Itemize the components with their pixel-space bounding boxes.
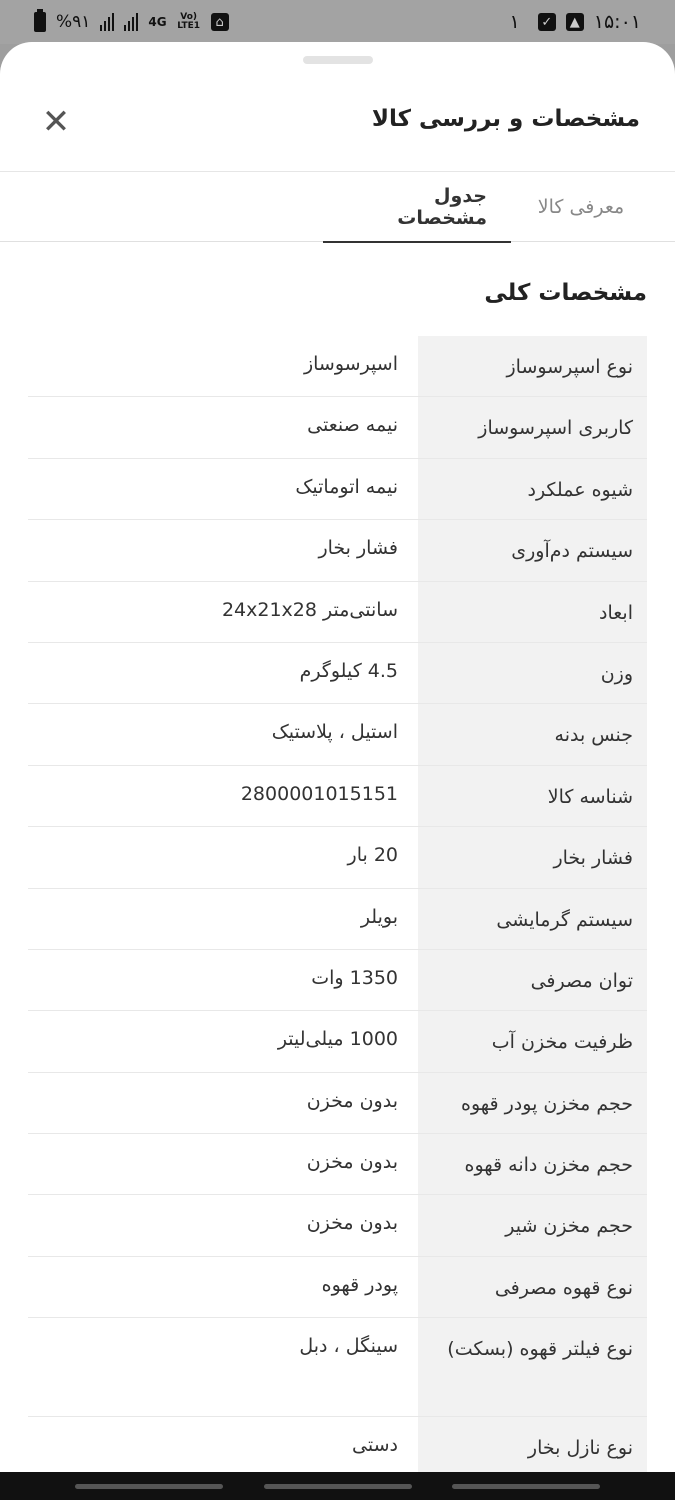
image-notification-icon: ▲: [565, 13, 584, 31]
nav-back-gesture[interactable]: [75, 1483, 223, 1489]
spec-key: نوع نازل بخار: [418, 1417, 647, 1472]
spec-value: سانتی‌متر 24x21x28: [221, 598, 398, 621]
nav-home-gesture[interactable]: [263, 1483, 412, 1489]
table-row: نوع نازل بخار دستی: [28, 1417, 647, 1472]
sheet-title: مشخصات و بررسی کالا: [371, 106, 640, 132]
network-type: 4G: [148, 15, 167, 29]
spec-value: بویلر: [360, 905, 398, 928]
spec-key: سیستم گرمایشی: [418, 888, 647, 949]
spec-value: 1000 میلی‌لیتر: [277, 1028, 398, 1051]
status-left: %۹۱ 4G Vo) LTE1 ⌂: [34, 9, 229, 32]
table-row: شیوه عملکرد نیمه اتوماتیک: [28, 458, 647, 521]
section-title: مشخصات کلی: [484, 280, 647, 306]
volte-indicator: Vo) LTE1: [177, 12, 201, 31]
spec-key: نوع فیلتر قهوه (بسکت): [418, 1318, 647, 1417]
signal-icon: [100, 13, 115, 31]
table-row: حجم مخزن دانه قهوه بدون مخزن: [28, 1134, 647, 1196]
table-row: ابعاد سانتی‌متر 24x21x28: [28, 581, 647, 643]
table-row: ظرفیت مخزن آب 1000 میلی‌لیتر: [28, 1011, 647, 1073]
spec-value: دستی: [352, 1434, 398, 1457]
table-row: سیستم گرمایشی بویلر: [28, 888, 647, 950]
spec-key: ابعاد: [418, 581, 647, 642]
table-row: نوع اسپرسوساز اسپرسوساز: [28, 336, 647, 398]
tab-introduction[interactable]: معرفی کالا: [511, 172, 651, 242]
tab-specifications[interactable]: جدول مشخصات: [323, 172, 511, 243]
spec-value: نیمه صنعتی: [307, 414, 398, 437]
tab-bar: معرفی کالا جدول مشخصات: [0, 172, 675, 243]
spec-key: نوع اسپرسوساز: [418, 336, 647, 397]
spec-key: سیستم دم‌آوری: [418, 520, 647, 581]
spec-key: توان مصرفی: [418, 949, 647, 1011]
spec-key: شناسه کالا: [418, 765, 647, 827]
table-row: حجم مخزن شیر بدون مخزن: [28, 1195, 647, 1257]
table-row: نوع قهوه مصرفی پودر قهوه: [28, 1256, 647, 1319]
signal-2-icon: [124, 13, 139, 31]
spec-value: 4.5 کیلوگرم: [299, 659, 398, 682]
spec-value: نیمه اتوماتیک: [295, 475, 398, 498]
table-row: شناسه کالا 2800001015151: [28, 765, 647, 828]
spec-key: ظرفیت مخزن آب: [418, 1011, 647, 1072]
bottom-sheet: مشخصات و بررسی کالا ✕ معرفی کالا جدول مش…: [0, 42, 675, 1472]
spec-key: حجم مخزن شیر: [418, 1195, 647, 1256]
spec-value: فشار بخار: [318, 537, 398, 560]
clock: ۱۵:۰۱: [593, 11, 641, 33]
spec-value: پودر قهوه: [321, 1273, 398, 1296]
spec-key: جنس بدنه: [418, 704, 647, 765]
spec-value: بدون مخزن: [306, 1089, 398, 1112]
status-bar: %۹۱ 4G Vo) LTE1 ⌂ ۱ ✓ ▲ ۱۵:۰۱: [0, 0, 675, 44]
table-row: نوع فیلتر قهوه (بسکت) سینگل ، دبل: [28, 1318, 647, 1418]
spec-key: نوع قهوه مصرفی: [418, 1256, 647, 1318]
table-row: جنس بدنه استیل ، پلاستیک: [28, 704, 647, 766]
spec-value: 20 بار: [347, 844, 398, 867]
system-nav-bar: [0, 1472, 675, 1500]
spec-key: شیوه عملکرد: [418, 458, 647, 520]
spec-value: 1350 وات: [311, 966, 398, 989]
vpn-icon: ⌂: [210, 13, 229, 31]
battery-level: %۹۱: [56, 12, 91, 32]
close-icon[interactable]: ✕: [40, 102, 72, 142]
table-row: حجم مخزن پودر قهوه بدون مخزن: [28, 1072, 647, 1135]
spec-value: بدون مخزن: [306, 1212, 398, 1235]
spec-key: حجم مخزن پودر قهوه: [418, 1072, 647, 1134]
battery-icon: [34, 9, 46, 32]
spec-key: حجم مخزن دانه قهوه: [418, 1134, 647, 1195]
notification-count: ۱: [509, 11, 520, 33]
spec-value: اسپرسوساز: [303, 353, 398, 375]
spec-value: استیل ، پلاستیک: [271, 721, 398, 744]
nav-recents-gesture[interactable]: [452, 1483, 600, 1489]
sheet-header: مشخصات و بررسی کالا ✕: [0, 42, 675, 172]
table-row: فشار بخار 20 بار: [28, 827, 647, 889]
spec-table: نوع اسپرسوساز اسپرسوساز کاربری اسپرسوساز ن…: [28, 336, 647, 1472]
checkbox-notification-icon: ✓: [537, 13, 556, 31]
status-right: ۱ ✓ ▲ ۱۵:۰۱: [510, 11, 641, 33]
spec-value: سینگل ، دبل: [299, 1335, 398, 1358]
spec-key: وزن: [418, 642, 647, 704]
table-row: توان مصرفی 1350 وات: [28, 949, 647, 1012]
spec-key: کاربری اسپرسوساز: [418, 397, 647, 458]
table-row: سیستم دم‌آوری فشار بخار: [28, 520, 647, 582]
table-row: وزن 4.5 کیلوگرم: [28, 642, 647, 705]
spec-value: 2800001015151: [240, 782, 398, 805]
spec-value: بدون مخزن: [306, 1151, 398, 1174]
table-row: کاربری اسپرسوساز نیمه صنعتی: [28, 397, 647, 459]
spec-key: فشار بخار: [418, 827, 647, 888]
